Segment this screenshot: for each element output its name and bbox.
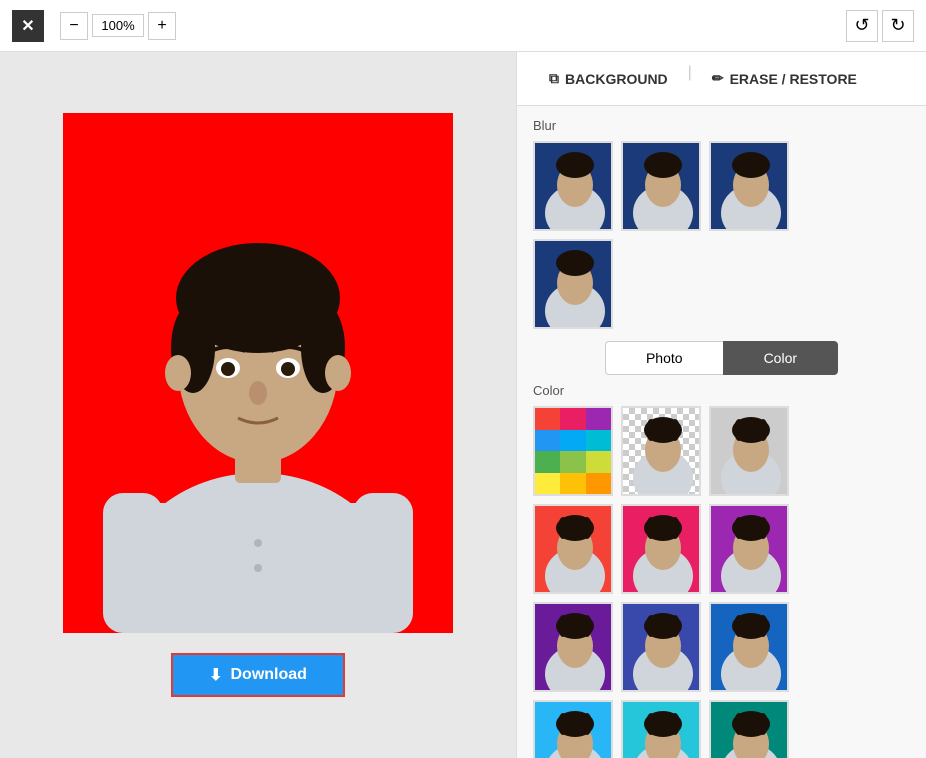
color-row-1 [533,406,910,496]
palette-cell [560,430,585,452]
main-area: ⬇ Download ⧉ BACKGROUND | ✏ ERASE / REST… [0,52,926,758]
color-palette-picker[interactable] [533,406,613,496]
download-button[interactable]: ⬇ Download [171,653,345,697]
bg-gray-thumb[interactable] [709,406,789,496]
palette-cell [586,408,611,430]
tab-separator: | [684,64,696,93]
undo-redo-controls: ↺ ↻ [846,10,914,42]
bg-purple-thumb[interactable] [709,504,789,594]
wand-icon: ✏ [712,70,724,87]
photo-frame [63,113,453,633]
color-row-4 [533,700,910,758]
bg-blue-thumb[interactable] [709,602,789,692]
right-tabs: ⧉ BACKGROUND | ✏ ERASE / RESTORE [517,52,926,106]
bg-red-thumb[interactable] [533,504,613,594]
zoom-out-button[interactable]: − [60,12,88,40]
right-panel: ⧉ BACKGROUND | ✏ ERASE / RESTORE Blur [516,52,926,758]
download-icon: ⬇ [209,665,222,685]
download-label: Download [230,666,306,684]
bg-indigo-thumb[interactable] [621,602,701,692]
image-container: ⬇ Download [63,113,453,697]
photo-color-toggle: Photo Color [533,341,910,375]
blur-thumbnails-row-2 [533,239,910,329]
palette-cell [586,430,611,452]
bg-darkpurple-thumb[interactable] [533,602,613,692]
palette-cell [560,408,585,430]
layers-icon: ⧉ [549,70,559,87]
right-content: Blur [517,106,926,758]
redo-button[interactable]: ↻ [882,10,914,42]
zoom-controls: − 100% + [60,12,176,40]
blur-thumb-1[interactable] [533,141,613,231]
palette-cell [535,430,560,452]
bg-transparent-thumb[interactable] [621,406,701,496]
palette-cell [586,473,611,495]
palette-cell [535,473,560,495]
palette-cell [535,408,560,430]
top-bar: ✕ − 100% + ↺ ↻ [0,0,926,52]
palette-cell [535,451,560,473]
bg-pink-thumb[interactable] [621,504,701,594]
person-image [63,113,453,633]
palette-cell [560,473,585,495]
photo-toggle-button[interactable]: Photo [605,341,723,375]
background-tab-label: BACKGROUND [565,71,668,87]
zoom-value: 100% [92,14,144,37]
color-row-3 [533,602,910,692]
tab-erase-restore[interactable]: ✏ ERASE / RESTORE [696,64,873,93]
erase-restore-tab-label: ERASE / RESTORE [730,71,857,87]
blur-label: Blur [533,118,910,133]
bg-cyan-thumb[interactable] [621,700,701,758]
blur-thumb-4[interactable] [533,239,613,329]
blur-thumb-3[interactable] [709,141,789,231]
close-button[interactable]: ✕ [12,10,44,42]
close-icon: ✕ [21,16,34,36]
tab-background[interactable]: ⧉ BACKGROUND [533,64,684,93]
color-row-2 [533,504,910,594]
bg-lightblue-thumb[interactable] [533,700,613,758]
blur-thumb-2[interactable] [621,141,701,231]
palette-cell [560,451,585,473]
palette-cell [586,451,611,473]
left-panel: ⬇ Download [0,52,516,758]
color-section-label: Color [533,383,910,398]
undo-button[interactable]: ↺ [846,10,878,42]
zoom-in-button[interactable]: + [148,12,176,40]
blur-thumbnails-row [533,141,910,231]
color-toggle-button[interactable]: Color [723,341,838,375]
bg-teal-thumb[interactable] [709,700,789,758]
